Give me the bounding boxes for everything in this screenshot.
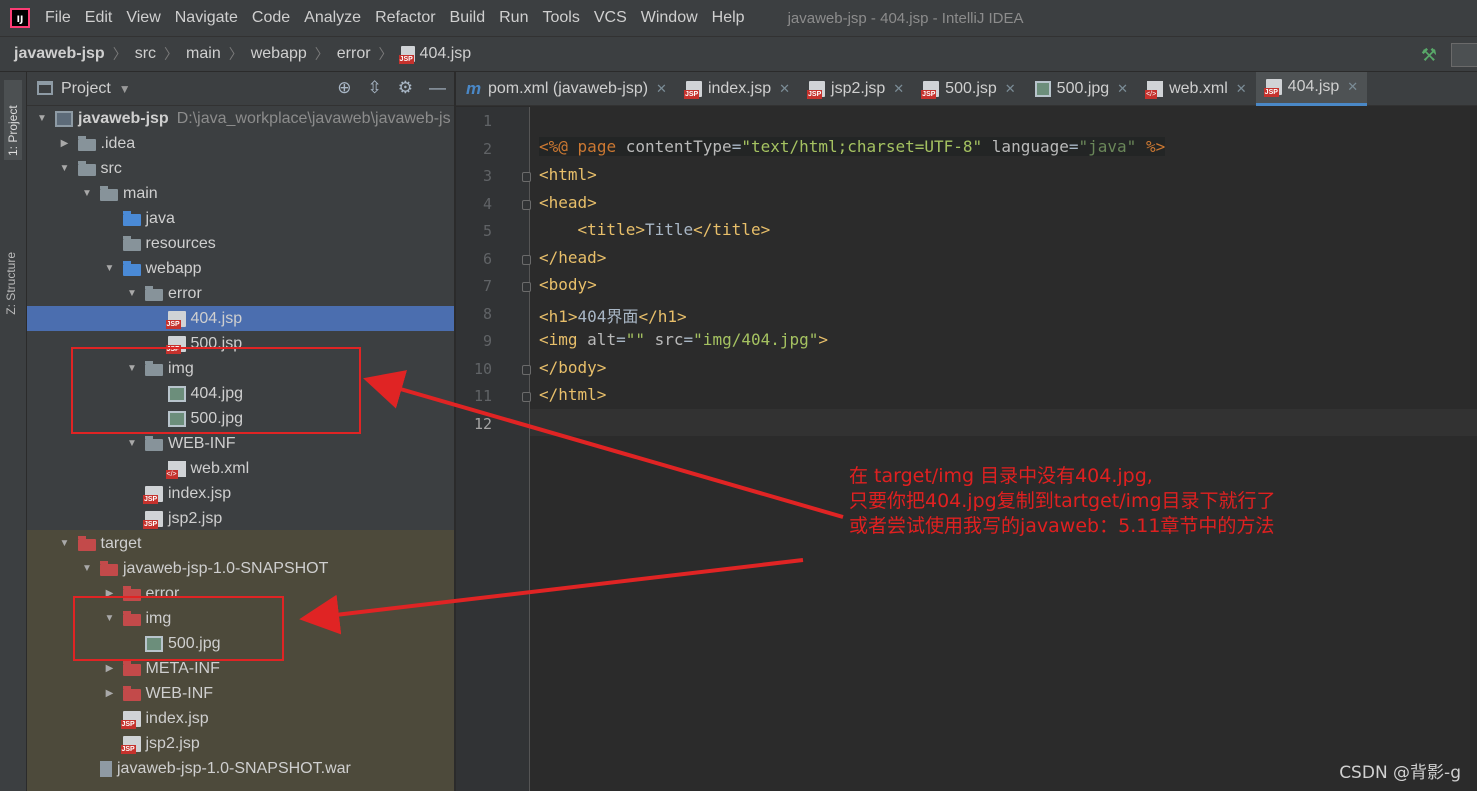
watermark: CSDN @背影-g bbox=[1339, 763, 1461, 783]
annotation-line: 在 target/img 目录中没有404.jpg, bbox=[849, 465, 1153, 487]
annotation-line: 只要你把404.jpg复制到tartget/img目录下就行了 bbox=[849, 490, 1276, 512]
annotation-arrows bbox=[299, 370, 844, 635]
annotation-line: 或者尝试使用我写的javaweb：5.11章节中的方法 bbox=[849, 515, 1275, 537]
annotation-text: 在 target/img 目录中没有404.jpg, 只要你把404.jpg复制… bbox=[849, 464, 1276, 539]
